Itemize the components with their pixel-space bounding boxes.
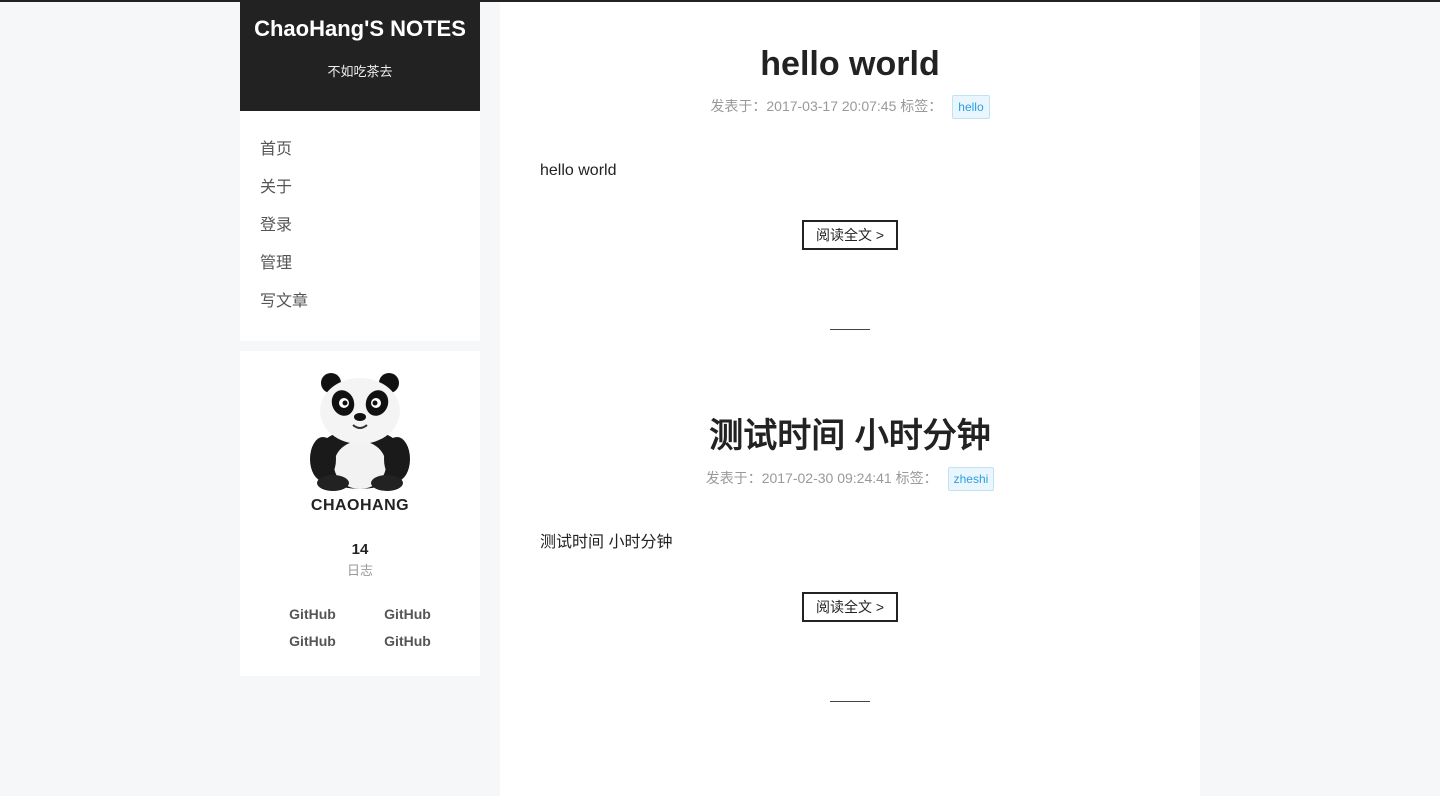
read-more-button[interactable]: 阅读全文 > <box>801 220 899 250</box>
post-divider <box>830 701 870 702</box>
github-link-1[interactable]: GitHub <box>265 605 360 624</box>
menu-item-about[interactable]: 关于 <box>240 176 480 214</box>
github-link-2[interactable]: GitHub <box>360 605 455 624</box>
post-meta: 发表于：2017-03-17 20:07:45 标签： hello <box>500 94 1200 119</box>
posts-count[interactable]: 14 <box>240 541 480 558</box>
posts-label: 日志 <box>346 563 373 578</box>
site-brand: ChaoHang'S NOTES 不如吃茶去 <box>240 2 480 111</box>
github-link-4[interactable]: GitHub <box>360 632 455 651</box>
site-title[interactable]: ChaoHang'S NOTES <box>240 2 480 42</box>
post-tag[interactable]: hello <box>952 95 990 119</box>
post-title[interactable]: 测试时间 小时分钟 <box>500 416 1200 456</box>
post-excerpt: 测试时间 小时分钟 <box>540 534 673 551</box>
post-meta: 发表于：2017-02-30 09:24:41 标签： zheshi <box>500 466 1200 491</box>
post-item: 测试时间 小时分钟 发表于：2017-02-30 09:24:41 标签： zhe… <box>500 416 1200 702</box>
post-item: hello world 发表于：2017-03-17 20:07:45 标签： h… <box>500 44 1200 330</box>
social-links: GitHub GitHub GitHub GitHub <box>265 605 455 651</box>
post-meta-text: 发表于：2017-02-30 09:24:41 标签： <box>705 470 938 486</box>
post-excerpt: hello world <box>540 162 617 179</box>
menu-item-login[interactable]: 登录 <box>240 214 480 252</box>
avatar <box>310 373 410 491</box>
site-nav: 首页 关于 登录 管理 写文章 <box>240 111 480 341</box>
read-more-button[interactable]: 阅读全文 > <box>801 592 899 622</box>
sidebar: ChaoHang'S NOTES 不如吃茶去 首页 关于 登录 管理 写文章 C… <box>240 2 480 676</box>
author-panel: CHAOHANG 14 日志 GitHub GitHub GitHub GitH… <box>240 351 480 676</box>
github-link-3[interactable]: GitHub <box>265 632 360 651</box>
menu-item-write[interactable]: 写文章 <box>240 290 480 328</box>
post-divider <box>830 329 870 330</box>
post-tag[interactable]: zheshi <box>947 467 995 491</box>
readmore-wrap: 阅读全文 > <box>500 592 1200 622</box>
readmore-wrap: 阅读全文 > <box>500 220 1200 250</box>
menu-item-admin[interactable]: 管理 <box>240 252 480 290</box>
main-content: hello world 发表于：2017-03-17 20:07:45 标签： h… <box>500 2 1200 796</box>
post-meta-text: 发表于：2017-03-17 20:07:45 标签： <box>710 98 943 114</box>
site-subtitle: 不如吃茶去 <box>327 64 393 79</box>
author-name: CHAOHANG <box>310 497 410 514</box>
post-title[interactable]: hello world <box>500 44 1200 84</box>
menu-item-home[interactable]: 首页 <box>240 138 480 176</box>
